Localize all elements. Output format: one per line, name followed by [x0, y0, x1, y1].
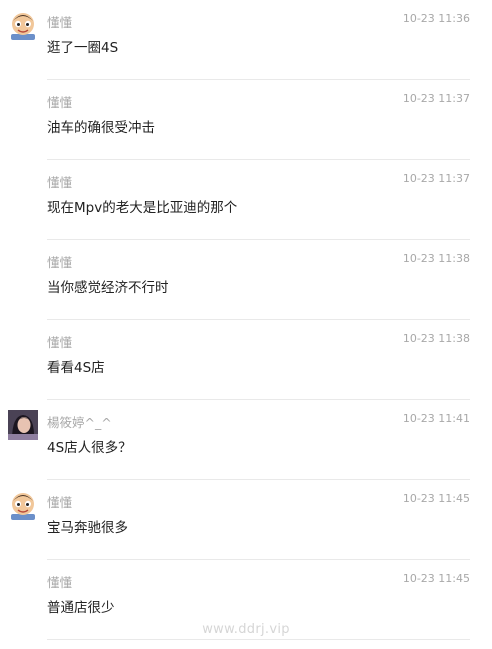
message-timestamp: 10-23 11:38 [402, 252, 470, 265]
message-timestamp: 10-23 11:45 [402, 572, 470, 585]
message-username[interactable]: 楊筱婷^_^ [47, 412, 112, 431]
message-username[interactable]: 懂懂 [47, 12, 72, 31]
message-text: 4S店人很多？ [47, 440, 132, 456]
message-username[interactable]: 懂懂 [47, 492, 72, 511]
message-text: 看看4S店 [47, 360, 105, 376]
message-timestamp: 10-23 11:36 [402, 12, 470, 25]
message-item: 楊筱婷^_^ 10-23 11:41 4S店人很多？ [0, 400, 492, 480]
message-timestamp: 10-23 11:37 [402, 92, 470, 105]
message-timestamp: 10-23 11:38 [402, 332, 470, 345]
photo-avatar-icon[interactable] [8, 410, 38, 440]
watermark: www.ddrj.vip [202, 622, 290, 637]
message-item: 懂懂 10-23 11:37 油车的确很受冲击 [0, 80, 492, 160]
cartoon-avatar-icon[interactable] [8, 10, 38, 40]
message-username[interactable]: 懂懂 [47, 252, 72, 271]
cartoon-avatar-icon[interactable] [8, 490, 38, 520]
message-timestamp: 10-23 11:45 [402, 492, 470, 505]
message-text: 宝马奔驰很多 [47, 520, 128, 536]
message-text: 普通店很少 [47, 600, 115, 616]
message-text: 现在Mpv的老大是比亚迪的那个 [47, 200, 238, 216]
message-text: 当你感觉经济不行时 [47, 280, 169, 296]
message-item: 懂懂 10-23 11:36 逛了一圈4S [0, 0, 492, 80]
message-item: 懂懂 10-23 11:38 当你感觉经济不行时 [0, 240, 492, 320]
message-item: 懂懂 10-23 11:37 现在Mpv的老大是比亚迪的那个 [0, 160, 492, 240]
message-username[interactable]: 懂懂 [47, 332, 72, 351]
message-item: 懂懂 10-23 11:45 宝马奔驰很多 [0, 480, 492, 560]
message-item: 懂懂 10-23 11:38 看看4S店 [0, 320, 492, 400]
message-timestamp: 10-23 11:37 [402, 172, 470, 185]
message-username[interactable]: 懂懂 [47, 92, 72, 111]
message-text: 油车的确很受冲击 [47, 120, 155, 136]
divider [47, 639, 470, 640]
message-timestamp: 10-23 11:41 [402, 412, 470, 425]
message-username[interactable]: 懂懂 [47, 172, 72, 191]
message-text: 逛了一圈4S [47, 40, 119, 56]
message-username[interactable]: 懂懂 [47, 572, 72, 591]
